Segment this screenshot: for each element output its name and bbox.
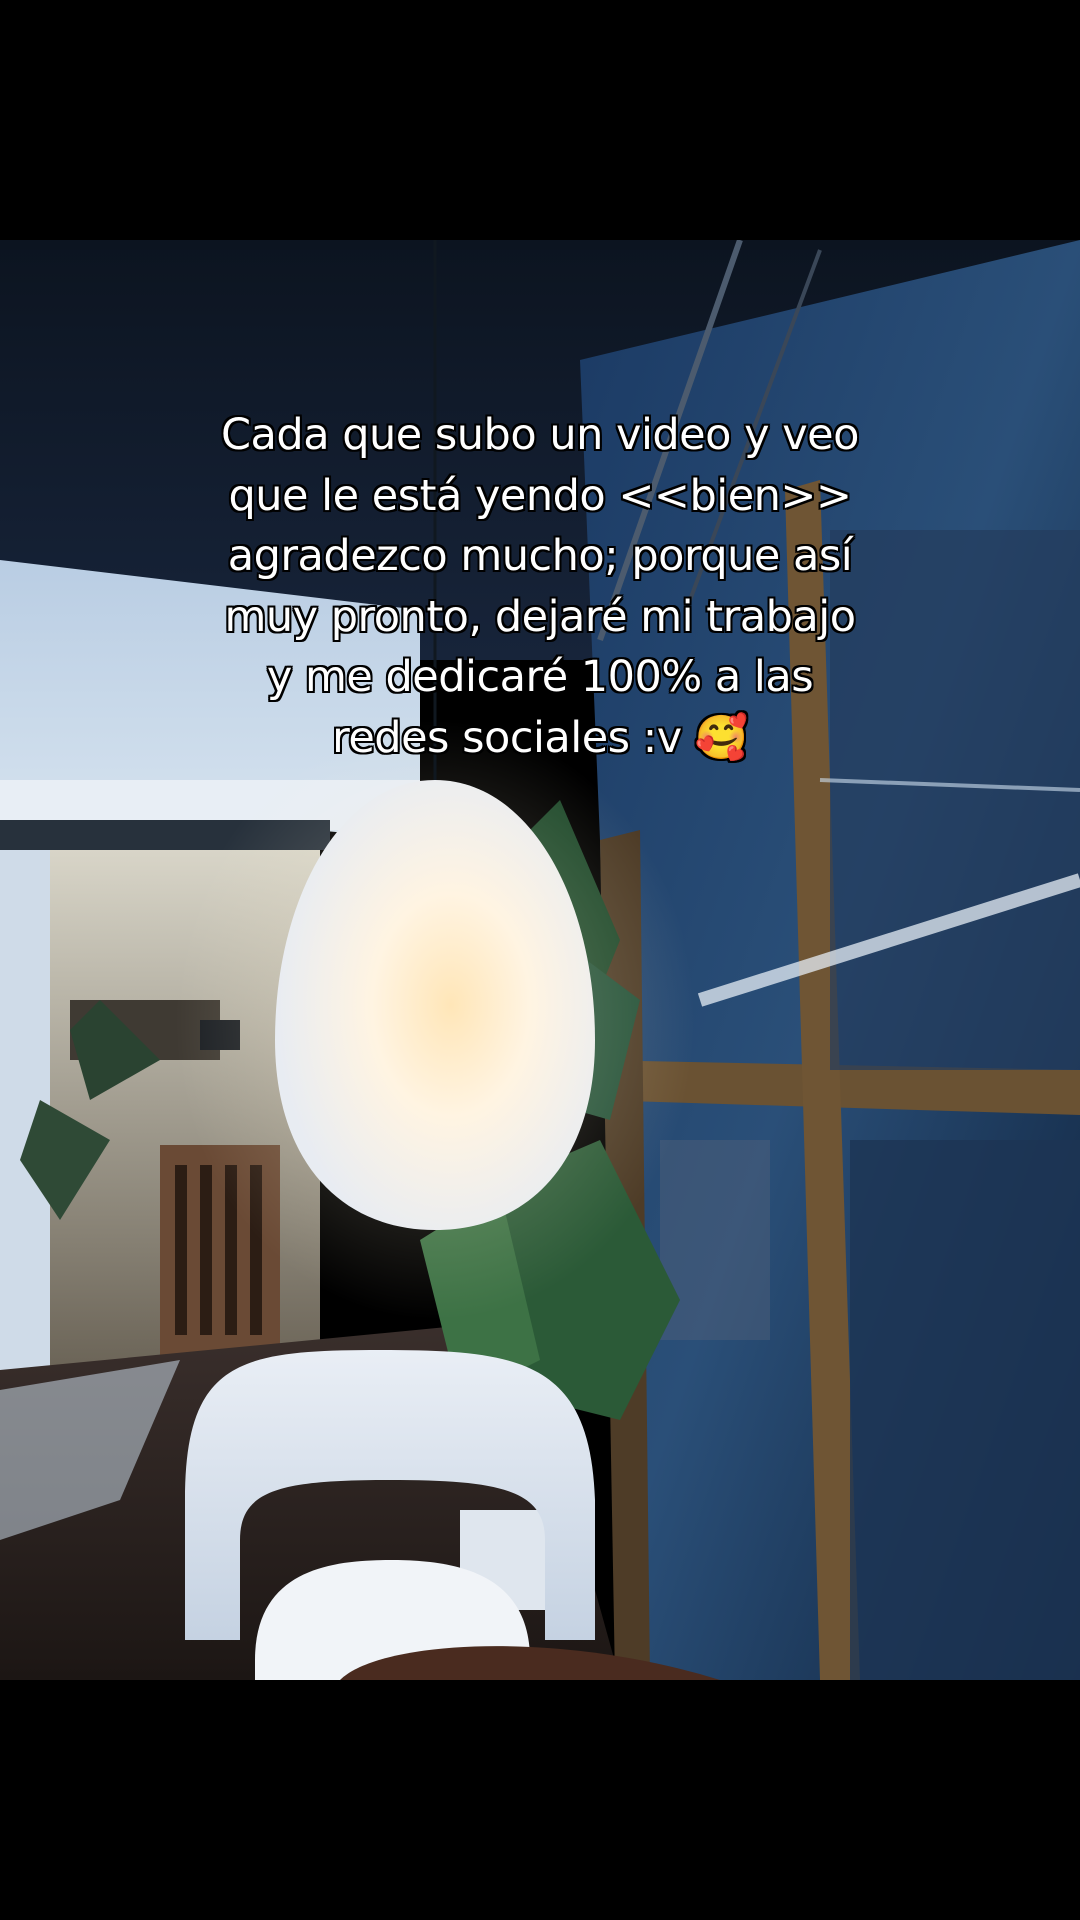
caption-line: muy pronto, dejaré mi trabajo (224, 591, 856, 642)
caption-line: redes sociales :v 🥰 (332, 712, 748, 763)
caption-line: agradezco mucho; porque así (227, 531, 853, 581)
video-caption: Cada que subo un video y veo que le está… (140, 405, 940, 768)
caption-line: y me dedicaré 100% a las (266, 652, 814, 702)
caption-line: que le está yendo <<bien>> (228, 470, 852, 521)
caption-line: Cada que subo un video y veo (221, 410, 859, 460)
video-frame: Cada que subo un video y veo que le está… (0, 0, 1080, 1920)
